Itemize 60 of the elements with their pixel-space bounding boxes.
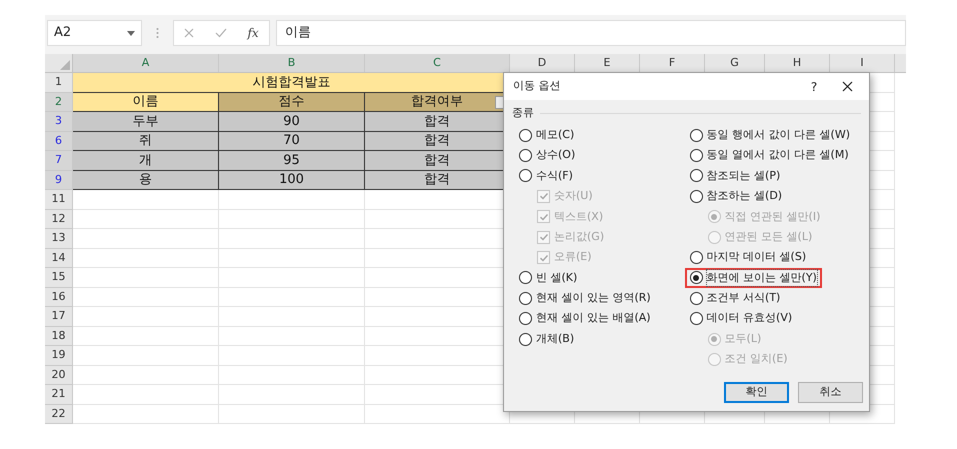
radio-option[interactable]: 빈 셀(K) [514, 268, 582, 288]
formula-field[interactable]: 이름 [276, 20, 906, 46]
table-cell: 70 [219, 132, 365, 151]
table-cell: 95 [219, 151, 365, 170]
radio-option[interactable]: 동일 행에서 값이 다른 셀(W) [684, 125, 855, 146]
row-header[interactable]: 19 [45, 346, 73, 366]
section-label: 종류 [512, 104, 534, 121]
row-header[interactable]: 21 [45, 385, 73, 404]
row-header[interactable]: 17 [45, 307, 73, 326]
help-button[interactable]: ? [804, 78, 824, 96]
radio-option[interactable]: 화면에 보이는 셀만(Y) [684, 268, 822, 288]
row-header[interactable]: 12 [45, 210, 73, 229]
row-header[interactable]: 13 [45, 229, 73, 248]
table-cell: 개 [73, 151, 219, 170]
row-header[interactable]: 3 [45, 112, 73, 132]
radio-option[interactable]: 참조되는 셀(P) [684, 166, 786, 186]
row-header[interactable]: 6 [45, 132, 73, 151]
close-icon[interactable] [842, 81, 853, 92]
row-header[interactable]: 18 [45, 326, 73, 346]
name-box[interactable]: A2 [47, 20, 142, 46]
radio-option[interactable]: 메모(C) [514, 125, 580, 146]
table-cell: 100 [219, 170, 365, 190]
drag-handle-icon[interactable] [156, 27, 159, 39]
column-header[interactable]: B [219, 54, 365, 72]
table-cell: 점수 [219, 92, 365, 112]
insert-function-button[interactable]: fx [247, 24, 259, 42]
radio-option[interactable]: 현재 셀이 있는 배열(A) [514, 308, 656, 329]
row-header[interactable]: 1 [45, 73, 73, 92]
select-all-icon[interactable] [60, 60, 70, 70]
column-header[interactable]: C [365, 54, 510, 72]
table-cell: 쥐 [73, 132, 219, 151]
table-cell: 용 [73, 170, 219, 190]
radio-option[interactable]: 상수(O) [514, 146, 580, 166]
table-cell: 90 [219, 112, 365, 132]
caret-icon [127, 30, 135, 36]
row-header[interactable]: 20 [45, 366, 73, 385]
column-header[interactable]: A [73, 54, 219, 72]
radio-option[interactable]: 참조하는 셀(D) [684, 186, 788, 206]
row-header[interactable]: 15 [45, 268, 73, 288]
check-icon[interactable] [214, 28, 227, 38]
table-cell: 두부 [73, 112, 219, 132]
radio-option[interactable]: 마지막 데이터 셀(S) [684, 248, 812, 268]
ok-button[interactable]: 확인 [724, 382, 789, 403]
radio-option[interactable]: 동일 열에서 값이 다른 셀(M) [684, 146, 854, 166]
dialog-title: 이동 옵션 [513, 78, 562, 94]
cancel-button[interactable]: 취소 [798, 382, 863, 403]
row-header[interactable]: 7 [45, 151, 73, 170]
row-header[interactable]: 16 [45, 288, 73, 307]
table-cell: 이름 [73, 92, 219, 112]
row-header[interactable]: 9 [45, 170, 73, 190]
row-header[interactable]: 14 [45, 248, 73, 268]
radio-option[interactable]: 개체(B) [514, 329, 580, 350]
cancel-icon[interactable] [184, 28, 194, 38]
radio-option[interactable]: 데이터 유효성(V) [684, 308, 798, 329]
row-header[interactable]: 2 [45, 92, 73, 112]
radio-option[interactable]: 현재 셀이 있는 영역(R) [514, 288, 656, 308]
radio-option[interactable]: 조건부 서식(T) [684, 288, 786, 308]
row-header[interactable]: 11 [45, 190, 73, 210]
radio-option[interactable]: 수식(F) [514, 166, 578, 186]
row-header[interactable]: 22 [45, 404, 73, 424]
